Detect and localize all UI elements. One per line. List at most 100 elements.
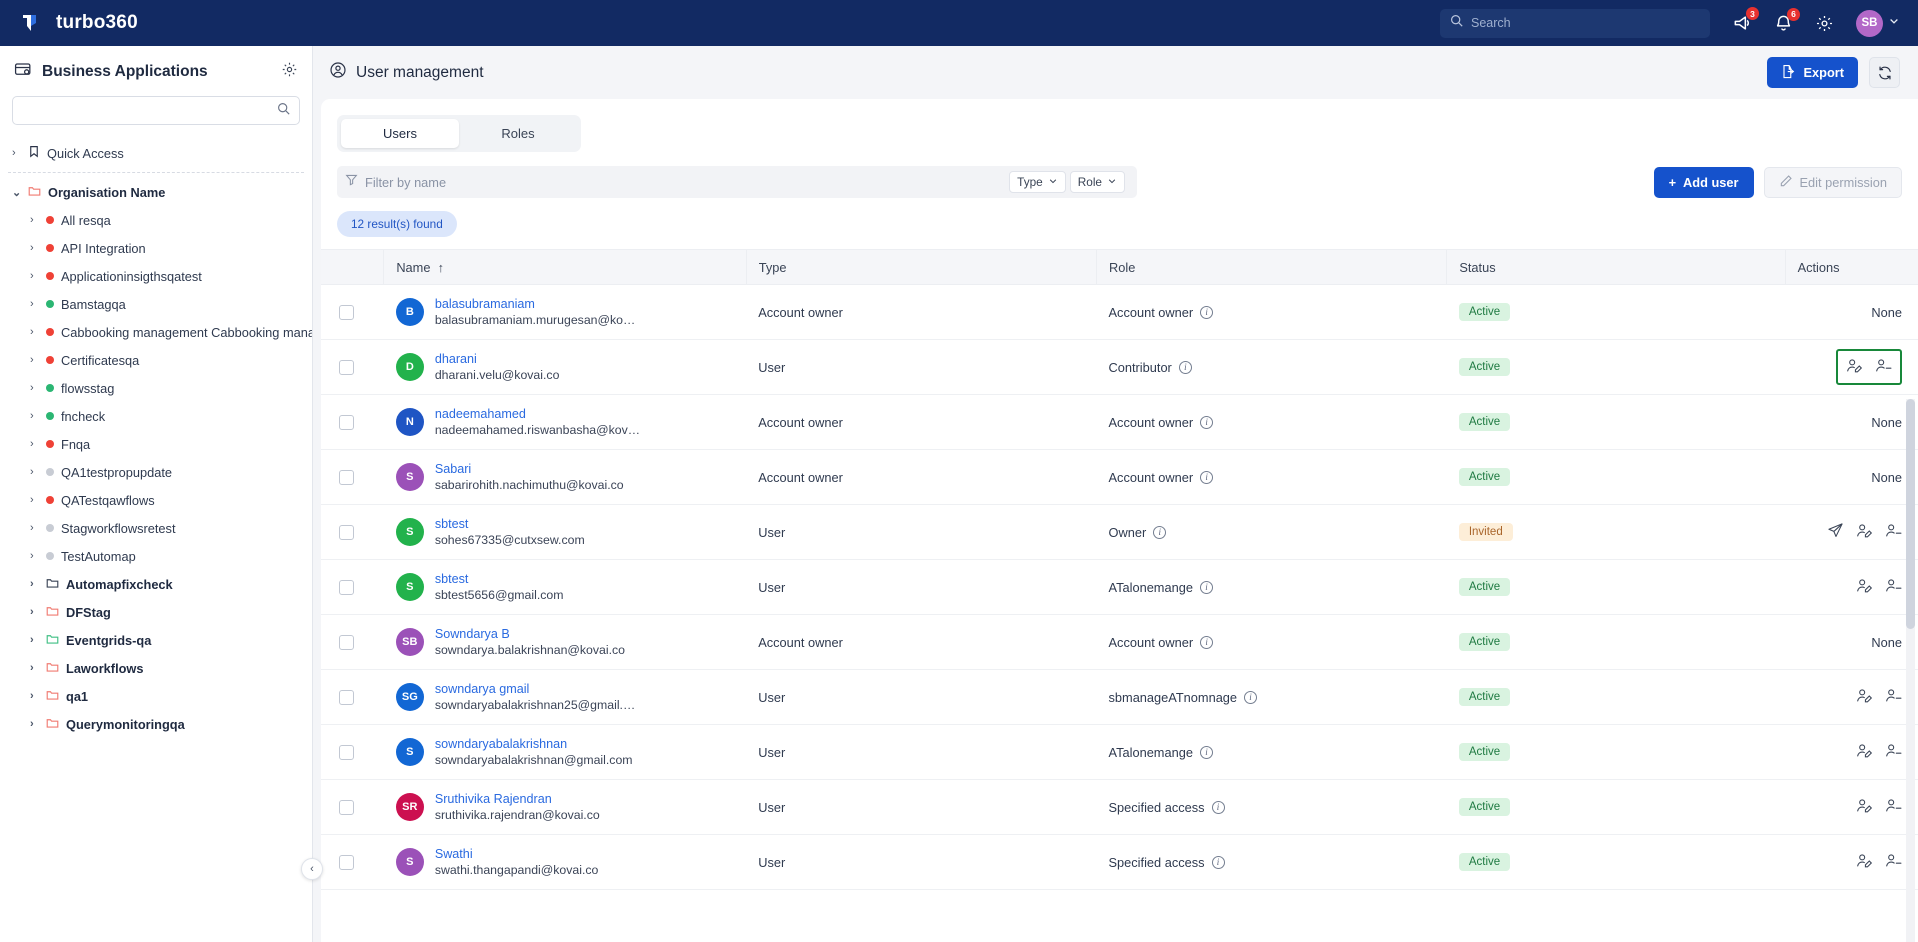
sidebar-item-folder[interactable]: › Querymonitoringqa [0, 710, 312, 738]
remove-user-icon[interactable] [1885, 522, 1902, 542]
sidebar-settings-icon[interactable] [281, 61, 298, 83]
remove-user-icon[interactable] [1885, 742, 1902, 762]
table-row[interactable]: S Swathi swathi.thangapandi@kovai.co User Sp… [321, 834, 1918, 890]
tab-users[interactable]: Users [341, 119, 459, 148]
column-header-role[interactable]: Role [1096, 249, 1448, 285]
row-action-buttons[interactable] [1836, 349, 1902, 385]
scrollbar-thumb[interactable] [1906, 399, 1915, 629]
edit-user-icon[interactable] [1856, 577, 1873, 597]
remove-user-icon[interactable] [1875, 357, 1892, 377]
sidebar-search[interactable] [12, 96, 300, 125]
row-checkbox[interactable] [339, 359, 354, 375]
remove-user-icon[interactable] [1885, 852, 1902, 872]
table-row[interactable]: S Sabari sabarirohith.nachimuthu@kovai.co A… [321, 449, 1918, 505]
row-checkbox[interactable] [339, 524, 354, 540]
info-icon[interactable]: i [1199, 580, 1213, 594]
row-action-buttons[interactable] [1856, 687, 1902, 707]
sidebar-item-app[interactable]: › Stagworkflowsretest [0, 514, 312, 542]
user-name-link[interactable]: sowndaryabalakrishnan [435, 737, 633, 751]
row-checkbox[interactable] [339, 634, 354, 650]
info-icon[interactable]: i [1200, 305, 1214, 319]
info-icon[interactable]: i [1200, 470, 1214, 484]
user-name-link[interactable]: balasubramaniam [435, 297, 635, 311]
row-checkbox[interactable] [339, 689, 354, 705]
remove-user-icon[interactable] [1885, 797, 1902, 817]
table-row[interactable]: SG sowndarya gmail sowndaryabalakrishnan25… [321, 669, 1918, 725]
table-row[interactable]: SR Sruthivika Rajendran sruthivika.rajendr… [321, 779, 1918, 835]
user-name-link[interactable]: sowndarya gmail [435, 682, 635, 696]
sidebar-item-folder[interactable]: › qa1 [0, 682, 312, 710]
info-icon[interactable]: i [1178, 360, 1192, 374]
edit-user-icon[interactable] [1846, 357, 1863, 377]
sidebar-item-app[interactable]: › flowsstag [0, 374, 312, 402]
user-name-link[interactable]: Sowndarya B [435, 627, 625, 641]
sidebar-item-app[interactable]: › Certificatesqa [0, 346, 312, 374]
row-checkbox[interactable] [339, 579, 354, 595]
column-header-status[interactable]: Status [1446, 249, 1786, 285]
export-button[interactable]: Export [1767, 57, 1858, 88]
sidebar-item-folder[interactable]: › Automapfixcheck [0, 570, 312, 598]
info-icon[interactable]: i [1199, 745, 1213, 759]
table-row[interactable]: Ssbtest sbtest5656@gmail.com User ATalonema… [321, 559, 1918, 615]
table-vertical-scrollbar[interactable] [1906, 399, 1915, 942]
user-name-link[interactable]: sbtest [435, 572, 564, 586]
role-filter-dropdown[interactable]: Role [1069, 171, 1125, 193]
user-name-link[interactable]: Sabari [435, 462, 624, 476]
table-row[interactable]: SB Sowndarya B sowndarya.balakrishnan@kova… [321, 614, 1918, 670]
sidebar-search-input[interactable] [22, 103, 277, 118]
table-row[interactable]: Bbalasubramaniam balasubramaniam.murugesa… [321, 284, 1918, 340]
filter-by-name-input[interactable] [365, 174, 1010, 190]
tab-roles[interactable]: Roles [459, 119, 577, 148]
user-name-link[interactable]: Swathi [435, 847, 599, 861]
sidebar-item-app[interactable]: › Applicationinsigthsqatest [0, 262, 312, 290]
sidebar-item-app[interactable]: › Cabbooking management Cabbooking mana [0, 318, 312, 346]
add-user-button[interactable]: + Add user [1653, 166, 1754, 198]
sidebar-item-app[interactable]: › API Integration [0, 234, 312, 262]
user-name-link[interactable]: dharani [435, 352, 560, 366]
settings-button[interactable] [1815, 14, 1834, 33]
edit-user-icon[interactable] [1856, 522, 1873, 542]
sidebar-item-folder[interactable]: › Eventgrids-qa [0, 626, 312, 654]
notifications-button[interactable]: 6 [1774, 7, 1800, 33]
info-icon[interactable]: i [1211, 800, 1225, 814]
sidebar-item-quick-access[interactable]: › Quick Access [0, 139, 312, 167]
row-checkbox[interactable] [339, 854, 354, 870]
sidebar-item-app[interactable]: › All resqa [0, 206, 312, 234]
sidebar-item-organisation[interactable]: ⌄ Organisation Name [0, 178, 312, 206]
edit-user-icon[interactable] [1856, 687, 1873, 707]
row-checkbox[interactable] [339, 469, 354, 485]
info-icon[interactable]: i [1211, 855, 1225, 869]
column-header-type[interactable]: Type [746, 249, 1098, 285]
row-checkbox[interactable] [339, 304, 354, 320]
type-filter-dropdown[interactable]: Type [1009, 171, 1066, 193]
users-table-container[interactable]: Name ↑ Type Role Status Actions Bbalasub… [321, 249, 1918, 942]
table-row[interactable]: Ssbtest sohes67335@cutxsew.com User Owner i I… [321, 504, 1918, 560]
remove-user-icon[interactable] [1885, 687, 1902, 707]
info-icon[interactable]: i [1200, 635, 1214, 649]
refresh-button[interactable] [1869, 57, 1900, 88]
sidebar-item-app[interactable]: › TestAutomap [0, 542, 312, 570]
row-action-buttons[interactable] [1856, 797, 1902, 817]
edit-user-icon[interactable] [1856, 797, 1873, 817]
filter-bar[interactable]: Type Role [337, 166, 1137, 198]
row-checkbox[interactable] [339, 414, 354, 430]
sidebar-item-app[interactable]: › Bamstagqa [0, 290, 312, 318]
user-name-link[interactable]: nadeemahamed [435, 407, 640, 421]
table-row[interactable]: Ddharani dharani.velu@kovai.co User Contrib… [321, 339, 1918, 395]
user-menu[interactable]: SB [1856, 9, 1900, 37]
brand[interactable]: turbo360 [18, 10, 138, 36]
sidebar-item-app[interactable]: › Fnqa [0, 430, 312, 458]
global-search[interactable] [1440, 8, 1710, 38]
user-name-link[interactable]: Sruthivika Rajendran [435, 792, 600, 806]
table-row[interactable]: Ssowndaryabalakrishnan sowndaryabalakrish… [321, 724, 1918, 780]
edit-permission-button[interactable]: Edit permission [1763, 166, 1902, 198]
remove-user-icon[interactable] [1885, 577, 1902, 597]
user-name-link[interactable]: sbtest [435, 517, 585, 531]
row-checkbox[interactable] [339, 744, 354, 760]
edit-user-icon[interactable] [1856, 742, 1873, 762]
sidebar-item-app[interactable]: › QATestqawflows [0, 486, 312, 514]
info-icon[interactable]: i [1200, 415, 1214, 429]
announcements-button[interactable]: 3 [1732, 7, 1759, 33]
column-header-name[interactable]: Name ↑ [383, 249, 747, 285]
row-action-buttons[interactable] [1827, 522, 1902, 542]
